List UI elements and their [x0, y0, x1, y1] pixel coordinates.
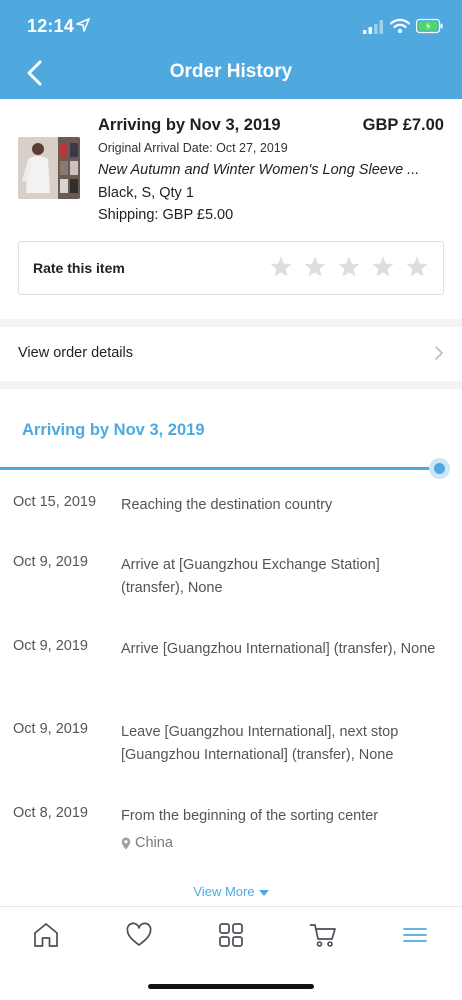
- event-description: Arrive at [Guangzhou Exchange Station] (…: [121, 557, 380, 596]
- status-time: 12:14: [27, 16, 75, 36]
- caret-down-icon: [258, 889, 269, 896]
- home-indicator: [148, 984, 314, 989]
- chevron-right-icon: [435, 346, 443, 360]
- section-divider: [0, 319, 462, 327]
- tracking-title: Arriving by Nov 3, 2019: [22, 421, 205, 439]
- menu-icon[interactable]: [401, 921, 429, 949]
- event-date: Oct 9, 2019: [13, 638, 88, 654]
- event-description: Reaching the destination country: [121, 497, 333, 513]
- heart-icon[interactable]: [125, 921, 153, 949]
- star-icon[interactable]: [303, 255, 327, 279]
- product-thumbnail[interactable]: [18, 137, 80, 199]
- location-pin-icon: [121, 837, 131, 849]
- rate-item-box: Rate this item: [18, 241, 444, 295]
- order-card: Arriving by Nov 3, 2019 GBP £7.00 Origin…: [0, 99, 462, 319]
- view-more-label: View More: [193, 884, 255, 899]
- product-name[interactable]: New Autumn and Winter Women's Long Sleev…: [98, 162, 438, 178]
- event-date: Oct 9, 2019: [13, 721, 88, 737]
- grid-icon[interactable]: [217, 921, 245, 949]
- wifi-icon: [390, 18, 410, 33]
- top-bar: 12:14 Order History: [0, 0, 462, 99]
- view-more-button[interactable]: View More: [0, 884, 462, 899]
- event-location-text: China: [135, 835, 173, 851]
- view-order-details-label: View order details: [18, 345, 133, 361]
- event-description: Leave [Guangzhou International], next st…: [121, 724, 399, 763]
- original-arrival-date: Original Arrival Date: Oct 27, 2019: [98, 141, 288, 155]
- cart-icon[interactable]: [309, 921, 337, 949]
- signal-icon: [363, 20, 383, 34]
- view-order-details-row[interactable]: View order details: [0, 327, 462, 381]
- star-icon[interactable]: [371, 255, 395, 279]
- event-date: Oct 9, 2019: [13, 554, 88, 570]
- star-icon[interactable]: [337, 255, 361, 279]
- rate-item-label: Rate this item: [33, 260, 125, 276]
- location-arrow-icon: [76, 18, 90, 32]
- battery-icon: [416, 18, 443, 34]
- event-location: China: [121, 835, 173, 851]
- star-rating: [269, 255, 429, 279]
- shipping-cost: Shipping: GBP £5.00: [98, 207, 234, 223]
- event-date: Oct 15, 2019: [13, 494, 97, 510]
- order-price: GBP £7.00: [362, 116, 444, 134]
- product-variant: Black, S, Qty 1: [98, 185, 194, 201]
- event-description: From the beginning of the sorting center: [121, 808, 379, 824]
- arrival-title: Arriving by Nov 3, 2019: [98, 116, 281, 134]
- tracking-progress-bar: [0, 467, 440, 470]
- star-icon[interactable]: [269, 255, 293, 279]
- home-icon[interactable]: [32, 921, 60, 949]
- section-divider: [0, 381, 462, 389]
- star-icon[interactable]: [405, 255, 429, 279]
- event-description: Arrive [Guangzhou International] (transf…: [121, 641, 436, 657]
- event-date: Oct 8, 2019: [13, 805, 88, 821]
- tracking-progress-dot: [434, 463, 445, 474]
- status-bar: 12:14: [0, 0, 462, 54]
- page-title: Order History: [169, 61, 293, 82]
